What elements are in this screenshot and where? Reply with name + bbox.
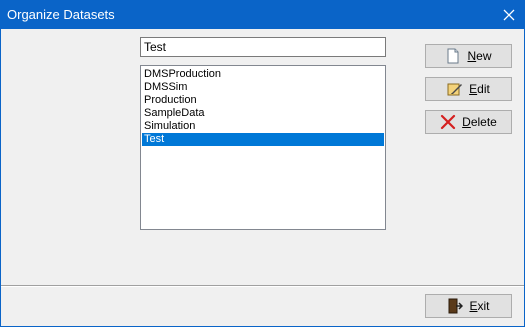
edit-button[interactable]: Edit (425, 77, 512, 101)
dataset-name-input[interactable] (140, 37, 386, 57)
list-item-selected[interactable]: Test (142, 133, 384, 146)
list-item[interactable]: Simulation (142, 120, 384, 133)
new-button[interactable]: New (425, 44, 512, 68)
edit-button-label: Edit (469, 82, 490, 96)
close-icon (503, 9, 515, 21)
dialog-body: DMSProduction DMSSim Production SampleDa… (1, 29, 524, 326)
new-document-icon (447, 48, 459, 64)
delete-x-icon (441, 114, 456, 130)
footer-divider (1, 285, 524, 287)
list-item[interactable]: DMSProduction (142, 68, 384, 81)
list-item[interactable]: DMSSim (142, 81, 384, 94)
delete-button[interactable]: Delete (425, 110, 512, 134)
list-item[interactable]: SampleData (142, 107, 384, 120)
edit-icon (447, 83, 463, 96)
new-button-label: New (467, 49, 492, 63)
organize-datasets-window: Organize Datasets DMSProduction DMSSim P… (0, 0, 525, 327)
close-button[interactable] (494, 1, 524, 29)
window-title: Organize Datasets (7, 7, 115, 22)
delete-button-label: Delete (462, 115, 497, 129)
dataset-list[interactable]: DMSProduction DMSSim Production SampleDa… (140, 65, 386, 230)
exit-door-icon (448, 298, 464, 314)
exit-button[interactable]: Exit (425, 294, 512, 318)
title-bar: Organize Datasets (1, 1, 524, 29)
list-item[interactable]: Production (142, 94, 384, 107)
exit-button-label: Exit (469, 299, 490, 313)
